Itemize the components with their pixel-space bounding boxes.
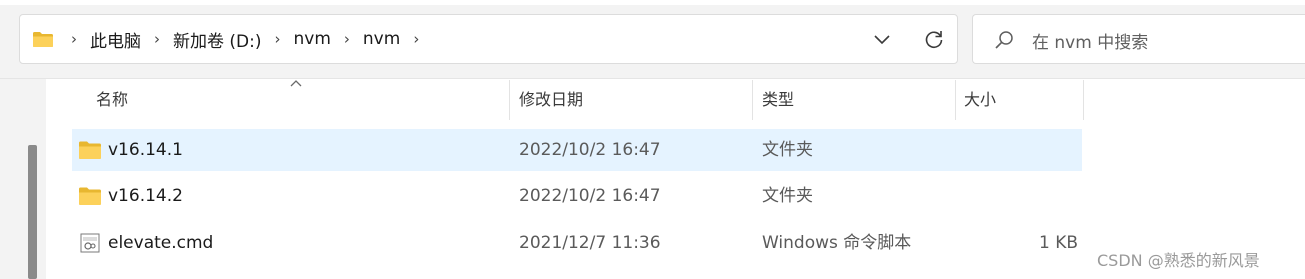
chevron-right-icon[interactable]: › [337,30,357,48]
address-bar[interactable]: › 此电脑 › 新加卷 (D:) › nvm › nvm › [19,14,958,64]
folder-icon [79,141,101,159]
file-modified: 2021/12/7 11:36 [519,233,661,253]
watermark: CSDN @熟悉的新风景 [1097,251,1260,270]
file-type: Windows 命令脚本 [762,233,912,253]
column-divider[interactable] [955,80,956,120]
breadcrumb-drive-d[interactable]: 新加卷 (D:) [167,27,268,52]
file-modified: 2022/10/2 16:47 [519,186,661,206]
column-divider[interactable] [1083,80,1084,120]
file-row[interactable]: v16.14.1 2022/10/2 16:47 文件夹 [72,129,1082,171]
chevron-right-icon[interactable]: › [268,30,288,48]
navigation-pane [0,79,46,279]
file-row[interactable]: elevate.cmd 2021/12/7 11:36 Windows 命令脚本… [72,222,1082,264]
file-type: 文件夹 [762,186,813,206]
chevron-right-icon[interactable]: › [147,30,167,48]
file-row[interactable]: v16.14.2 2022/10/2 16:47 文件夹 [72,175,1082,217]
file-name: elevate.cmd [108,233,214,253]
chevron-right-icon[interactable]: › [64,30,84,48]
chevron-down-icon[interactable] [871,28,893,50]
column-header-type[interactable]: 类型 [762,79,794,121]
sort-ascending-icon [290,80,302,87]
file-name: v16.14.1 [108,140,183,160]
chevron-right-icon[interactable]: › [406,30,426,48]
breadcrumb-this-pc[interactable]: 此电脑 [84,27,147,52]
cmd-file-icon [80,233,100,253]
column-header-name[interactable]: 名称 [96,79,128,121]
column-divider[interactable] [752,80,753,120]
file-type: 文件夹 [762,140,813,160]
column-header-size[interactable]: 大小 [964,79,996,121]
folder-icon [33,32,53,47]
navigation-pane-scrollbar[interactable] [28,145,37,279]
search-placeholder: 在 nvm 中搜索 [1032,33,1149,53]
file-name: v16.14.2 [108,186,183,206]
search-icon [995,31,1013,49]
breadcrumb: › 此电脑 › 新加卷 (D:) › nvm › nvm › [64,15,426,63]
breadcrumb-nvm[interactable]: nvm [288,29,337,49]
folder-icon [79,187,101,205]
column-divider[interactable] [509,80,510,120]
search-input[interactable]: 在 nvm 中搜索 [972,14,1305,64]
file-size: 1 KB [1038,233,1078,253]
file-modified: 2022/10/2 16:47 [519,140,661,160]
breadcrumb-nvm-current[interactable]: nvm [357,29,406,49]
column-header-modified[interactable]: 修改日期 [519,79,583,121]
refresh-icon[interactable] [923,28,945,50]
